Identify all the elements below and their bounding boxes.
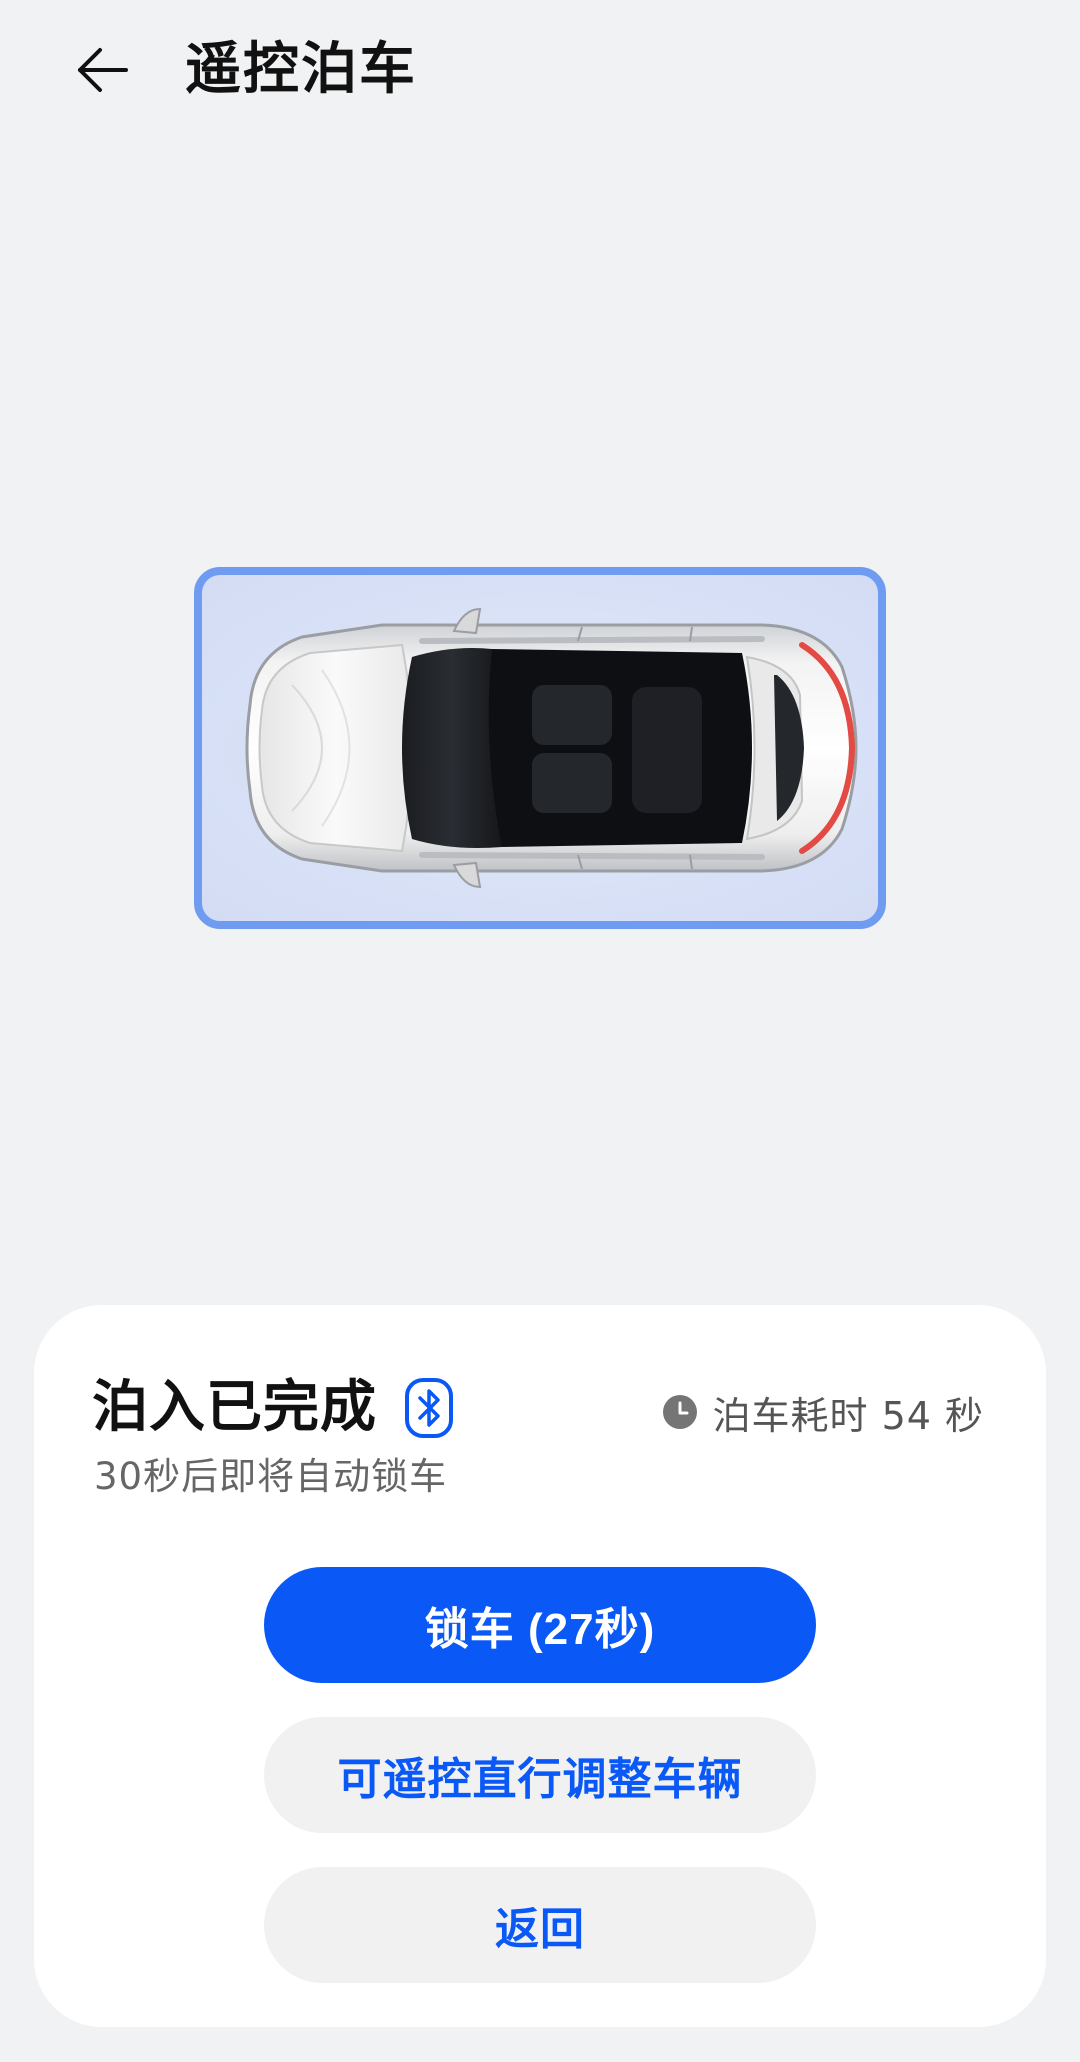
arrow-left-icon bbox=[78, 48, 128, 92]
parking-slot bbox=[194, 567, 886, 929]
lock-car-button[interactable]: 锁车 (27秒) bbox=[264, 1567, 816, 1683]
bluetooth-icon bbox=[405, 1378, 453, 1438]
auto-lock-hint: 30秒后即将自动锁车 bbox=[94, 1455, 448, 1498]
car-top-view-image bbox=[220, 607, 860, 889]
return-button[interactable]: 返回 bbox=[264, 1867, 816, 1983]
back-button[interactable] bbox=[62, 30, 142, 110]
elapsed-time: 泊车耗时 54 秒 bbox=[662, 1387, 984, 1438]
remote-adjust-button[interactable]: 可遥控直行调整车辆 bbox=[264, 1717, 816, 1833]
elapsed-time-label: 泊车耗时 54 秒 bbox=[712, 1393, 984, 1438]
header: 遥控泊车 bbox=[0, 0, 1080, 140]
parking-status-title: 泊入已完成 bbox=[92, 1375, 377, 1440]
clock-icon bbox=[663, 1395, 698, 1429]
remote-parking-screen: 遥控泊车 泊入已完成 30秒后即将自动锁车 泊车耗时 54 秒 锁车 (27秒)… bbox=[0, 0, 1080, 2062]
page-title: 遥控泊车 bbox=[185, 37, 417, 102]
status-card: 泊入已完成 30秒后即将自动锁车 泊车耗时 54 秒 锁车 (27秒) 可遥控直… bbox=[34, 1305, 1046, 2027]
